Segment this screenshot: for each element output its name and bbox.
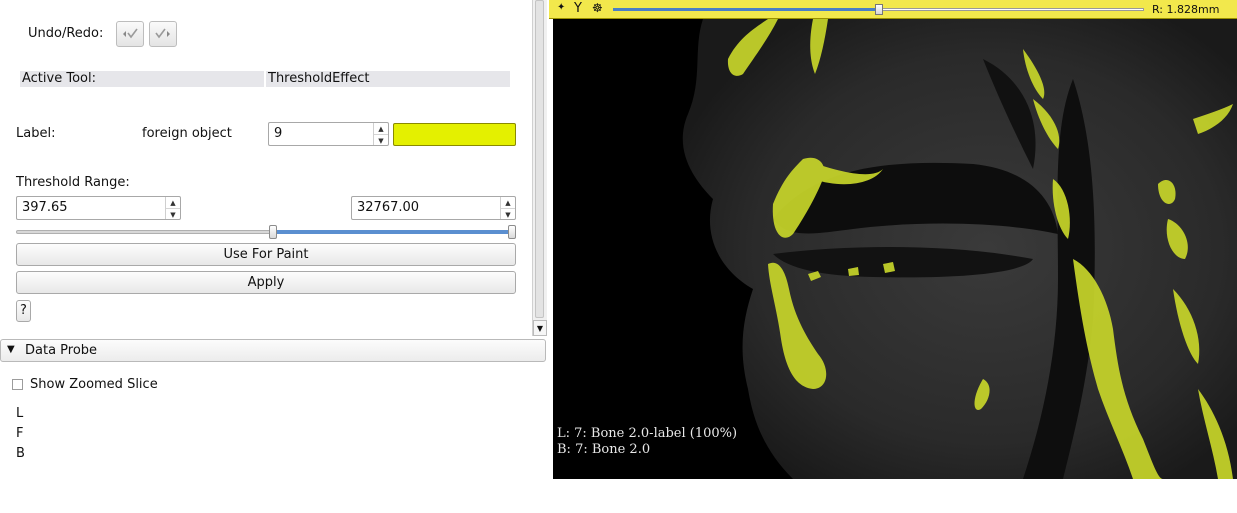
- scrollbar-thumb[interactable]: [535, 0, 544, 318]
- label-value: 9: [274, 126, 283, 141]
- show-zoomed-slice-label: Show Zoomed Slice: [30, 377, 158, 392]
- help-button[interactable]: ?: [16, 300, 31, 322]
- slider-selected-range: [272, 230, 512, 234]
- active-tool-label-bar: Active Tool:: [20, 71, 264, 87]
- slice-slider-fill: [613, 8, 875, 11]
- threshold-max-spinbox[interactable]: 32767.00 ▲ ▼: [351, 196, 516, 220]
- slice-view-canvas[interactable]: L: 7: Bone 2.0-label (100%) B: 7: Bone 2…: [553, 19, 1237, 479]
- undo-redo-label: Undo/Redo:: [28, 26, 104, 41]
- options-icon[interactable]: ☸: [592, 1, 603, 15]
- data-probe-title: Data Probe: [25, 343, 98, 358]
- threshold-range-slider[interactable]: [16, 225, 516, 239]
- probe-line-b: B: [16, 446, 25, 461]
- scroll-down-icon[interactable]: ▼: [533, 320, 547, 336]
- undo-icon: [123, 28, 138, 39]
- label-color-swatch[interactable]: [393, 123, 516, 146]
- label-name: foreign object: [142, 126, 232, 141]
- spin-up-icon[interactable]: ▲: [501, 197, 515, 209]
- slider-low-handle[interactable]: [268, 225, 277, 239]
- spin-down-icon[interactable]: ▼: [501, 209, 515, 220]
- chevron-down-icon: ▼: [7, 344, 15, 355]
- active-tool-value: ThresholdEffect: [268, 71, 370, 86]
- redo-icon: [155, 28, 170, 39]
- spin-down-icon[interactable]: ▼: [166, 209, 180, 220]
- threshold-min-value: 397.65: [22, 200, 68, 215]
- threshold-range-label: Threshold Range:: [16, 175, 130, 190]
- use-for-paint-button[interactable]: Use For Paint: [16, 243, 516, 266]
- probe-line-f: F: [16, 426, 24, 441]
- slice-controller-bar: ✦ Y ☸ R: 1.828mm: [549, 0, 1237, 19]
- undo-button[interactable]: [116, 21, 144, 47]
- pin-icon[interactable]: ✦: [557, 2, 565, 13]
- label-spinbox[interactable]: 9 ▲ ▼: [268, 122, 389, 146]
- redo-button[interactable]: [149, 21, 177, 47]
- overlay-label-line: L: 7: Bone 2.0-label (100%): [557, 426, 738, 441]
- spin-up-icon[interactable]: ▲: [374, 123, 388, 135]
- panel-scrollbar[interactable]: ▼: [532, 0, 547, 336]
- slider-high-handle[interactable]: [508, 225, 516, 239]
- slice-overlay-text: L: 7: Bone 2.0-label (100%) B: 7: Bone 2…: [557, 426, 737, 458]
- show-zoomed-slice-checkbox[interactable]: [12, 379, 23, 390]
- slice-axis-label: Y: [574, 1, 582, 16]
- slice-offset-slider[interactable]: [613, 4, 1144, 15]
- threshold-min-spinbox[interactable]: 397.65 ▲ ▼: [16, 196, 181, 220]
- apply-button[interactable]: Apply: [16, 271, 516, 294]
- label-label: Label:: [16, 126, 56, 141]
- data-probe-header[interactable]: ▼ Data Probe: [0, 339, 546, 362]
- active-tool-label: Active Tool:: [22, 71, 96, 86]
- threshold-max-value: 32767.00: [357, 200, 420, 215]
- spin-down-icon[interactable]: ▼: [374, 135, 388, 146]
- spin-up-icon[interactable]: ▲: [166, 197, 180, 209]
- slice-slider-handle[interactable]: [874, 4, 883, 15]
- active-tool-value-bar: ThresholdEffect: [266, 71, 510, 87]
- slice-offset-readout: R: 1.828mm: [1152, 3, 1220, 16]
- probe-line-l: L: [16, 406, 24, 421]
- overlay-background-line: B: 7: Bone 2.0: [557, 442, 651, 457]
- ct-slice-image: [682, 19, 1237, 479]
